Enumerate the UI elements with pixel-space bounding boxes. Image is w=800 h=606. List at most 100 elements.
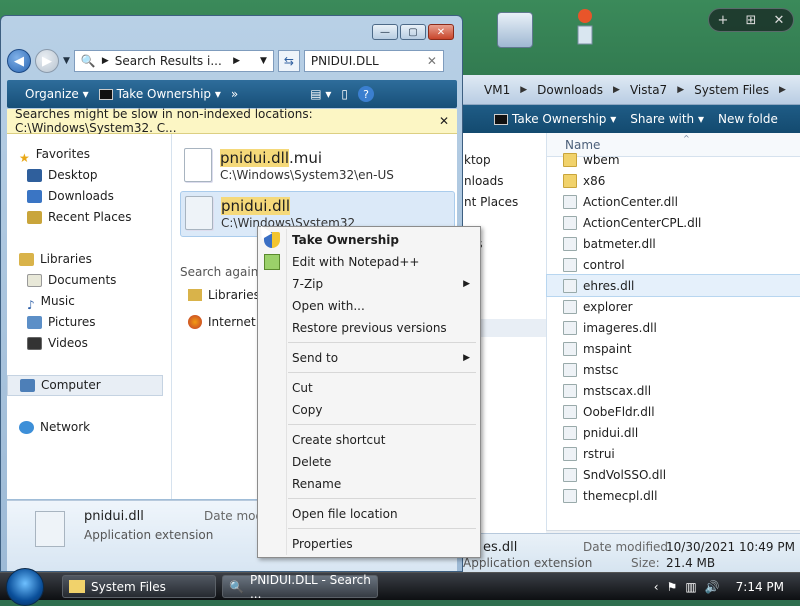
pictures-icon	[27, 316, 42, 329]
maximize-button[interactable]: ▢	[400, 24, 426, 40]
close-button[interactable]: ✕	[428, 24, 454, 40]
forward-button[interactable]: ▶	[35, 49, 59, 73]
breadcrumb-system-files[interactable]: System Files	[694, 83, 769, 97]
address-dropdown-icon[interactable]: ▼	[260, 56, 267, 66]
file-row[interactable]: ActionCenterCPL.dll	[547, 212, 800, 233]
file-row[interactable]: mstsc	[547, 359, 800, 380]
menu-rename[interactable]: Rename	[258, 473, 480, 495]
nav-network[interactable]: Network	[7, 417, 171, 438]
nav-documents[interactable]: Documents	[7, 270, 171, 291]
recent-pages-dropdown-icon[interactable]: ▼	[63, 56, 70, 66]
gadget-gallery-icon[interactable]: ⊞	[746, 13, 757, 28]
file-row[interactable]: themecpl.dll	[547, 485, 800, 506]
menu-create-shortcut[interactable]: Create shortcut	[258, 429, 480, 451]
menu-properties[interactable]: Properties	[258, 533, 480, 555]
minimize-button[interactable]: —	[372, 24, 398, 40]
nav-desktop[interactable]: Desktop	[7, 165, 171, 186]
back-button[interactable]: ◀	[7, 49, 31, 73]
help-icon[interactable]: ?	[358, 86, 374, 102]
menu-7zip[interactable]: 7-Zip ▶	[258, 273, 480, 295]
menu-open-with[interactable]: Open with...	[258, 295, 480, 317]
menu-take-ownership[interactable]: Take Ownership	[258, 229, 480, 251]
back-address-bar[interactable]: VM1 ▶ Downloads ▶ Vista7 ▶ System Files ▶	[456, 75, 800, 105]
detail-file-type: Application extension	[463, 556, 593, 570]
search-again-internet[interactable]: Internet	[188, 315, 256, 329]
breadcrumb-vista7[interactable]: Vista7	[630, 83, 667, 97]
action-center-flag-icon[interactable]: ⚑	[667, 580, 678, 594]
refresh-button[interactable]: ⇆	[277, 50, 300, 72]
music-icon: ♪	[27, 298, 35, 312]
file-row[interactable]: wbem	[547, 149, 800, 170]
file-row[interactable]: mstscax.dll	[547, 380, 800, 401]
volume-icon[interactable]: 🔊	[705, 580, 720, 594]
menu-restore-versions[interactable]: Restore previous versions	[258, 317, 480, 339]
file-row[interactable]: ActionCenter.dll	[547, 191, 800, 212]
nav-item-desktop[interactable]: ktop	[456, 150, 546, 171]
file-row[interactable]: SndVolSSO.dll	[547, 464, 800, 485]
take-ownership-button[interactable]: Take Ownership ▾	[494, 112, 616, 126]
menu-cut[interactable]: Cut	[258, 377, 480, 399]
file-row[interactable]: explorer	[547, 296, 800, 317]
menu-open-file-location[interactable]: Open file location	[258, 503, 480, 525]
documents-icon	[27, 274, 42, 287]
start-button[interactable]	[6, 568, 44, 606]
calendar-gadget-icon[interactable]	[497, 12, 533, 48]
nav-item-recent[interactable]: nt Places	[456, 192, 546, 213]
flower-vase-icon[interactable]	[570, 6, 600, 46]
take-ownership-toolbar-button[interactable]: Take Ownership ▾	[98, 87, 221, 101]
libraries-icon	[188, 289, 202, 301]
close-info-bar-icon[interactable]: ✕	[439, 114, 449, 128]
menu-delete[interactable]: Delete	[258, 451, 480, 473]
search-again-libraries[interactable]: Libraries	[188, 288, 260, 302]
file-row[interactable]: OobeFldr.dll	[547, 401, 800, 422]
file-row[interactable]: x86	[547, 170, 800, 191]
file-row[interactable]: pnidui.dll	[547, 422, 800, 443]
nav-computer[interactable]: Computer	[7, 375, 163, 396]
nav-downloads[interactable]: Downloads	[7, 186, 171, 207]
file-name: wbem	[583, 152, 620, 167]
breadcrumb-downloads[interactable]: Downloads	[537, 83, 603, 97]
nav-libraries[interactable]: Libraries	[7, 249, 171, 270]
taskbar-system-files[interactable]: System Files	[62, 575, 216, 598]
dll-file-icon	[563, 320, 577, 335]
organize-button[interactable]: Organize ▾	[25, 87, 89, 101]
network-icon[interactable]: ▥	[685, 580, 696, 594]
views-icon[interactable]: ▤ ▾	[310, 87, 331, 101]
close-sidebar-icon[interactable]: ✕	[774, 13, 785, 28]
show-hidden-icons[interactable]: ‹	[654, 580, 659, 594]
clock[interactable]: 7:14 PM	[736, 580, 784, 594]
nav-pictures[interactable]: Pictures	[7, 312, 171, 333]
file-row[interactable]: mspaint	[547, 338, 800, 359]
menu-edit-notepad[interactable]: Edit with Notepad++	[258, 251, 480, 273]
result-name-highlight: pnidui.dll	[221, 197, 291, 215]
address-bar[interactable]: 🔍 ▶ Search Results i... ▶ ▼	[73, 50, 274, 72]
file-row[interactable]: control	[547, 254, 800, 275]
file-row[interactable]: batmeter.dll	[547, 233, 800, 254]
preview-pane-icon[interactable]: ▯	[341, 87, 348, 101]
more-commands-button[interactable]: »	[231, 87, 238, 101]
result-name-highlight: pnidui.dll	[220, 149, 290, 167]
taskbar-search-window[interactable]: 🔍 PNIDUI.DLL - Search ...	[222, 573, 378, 601]
breadcrumb-vm1[interactable]: VM1	[484, 83, 510, 97]
nav-recent-places[interactable]: Recent Places	[7, 207, 171, 228]
file-row[interactable]: ehres.dll	[546, 274, 800, 297]
nav-favorites[interactable]: ★ Favorites	[7, 144, 171, 165]
result-pnidui-mui[interactable]: pnidui.dll.mui C:\Windows\System32\en-US	[180, 144, 455, 190]
file-name: OobeFldr.dll	[583, 404, 655, 419]
search-input[interactable]: PNIDUI.DLL ✕	[303, 50, 444, 72]
info-bar[interactable]: Searches might be slow in non-indexed lo…	[7, 107, 457, 135]
chevron-right-icon: ▶	[233, 56, 240, 66]
clear-search-icon[interactable]: ✕	[427, 54, 437, 68]
add-gadget-icon[interactable]: +	[718, 13, 729, 28]
menu-send-to[interactable]: Send to ▶	[258, 347, 480, 369]
nav-videos[interactable]: Videos	[7, 333, 171, 354]
file-name: pnidui.dll	[583, 425, 639, 440]
new-folder-button[interactable]: New folde	[718, 112, 778, 126]
cmd-icon	[98, 89, 113, 100]
file-row[interactable]: rstrui	[547, 443, 800, 464]
nav-item-downloads[interactable]: nloads	[456, 171, 546, 192]
nav-music[interactable]: ♪ Music	[7, 291, 171, 312]
share-with-button[interactable]: Share with ▾	[630, 112, 704, 126]
file-row[interactable]: imageres.dll	[547, 317, 800, 338]
menu-copy[interactable]: Copy	[258, 399, 480, 421]
